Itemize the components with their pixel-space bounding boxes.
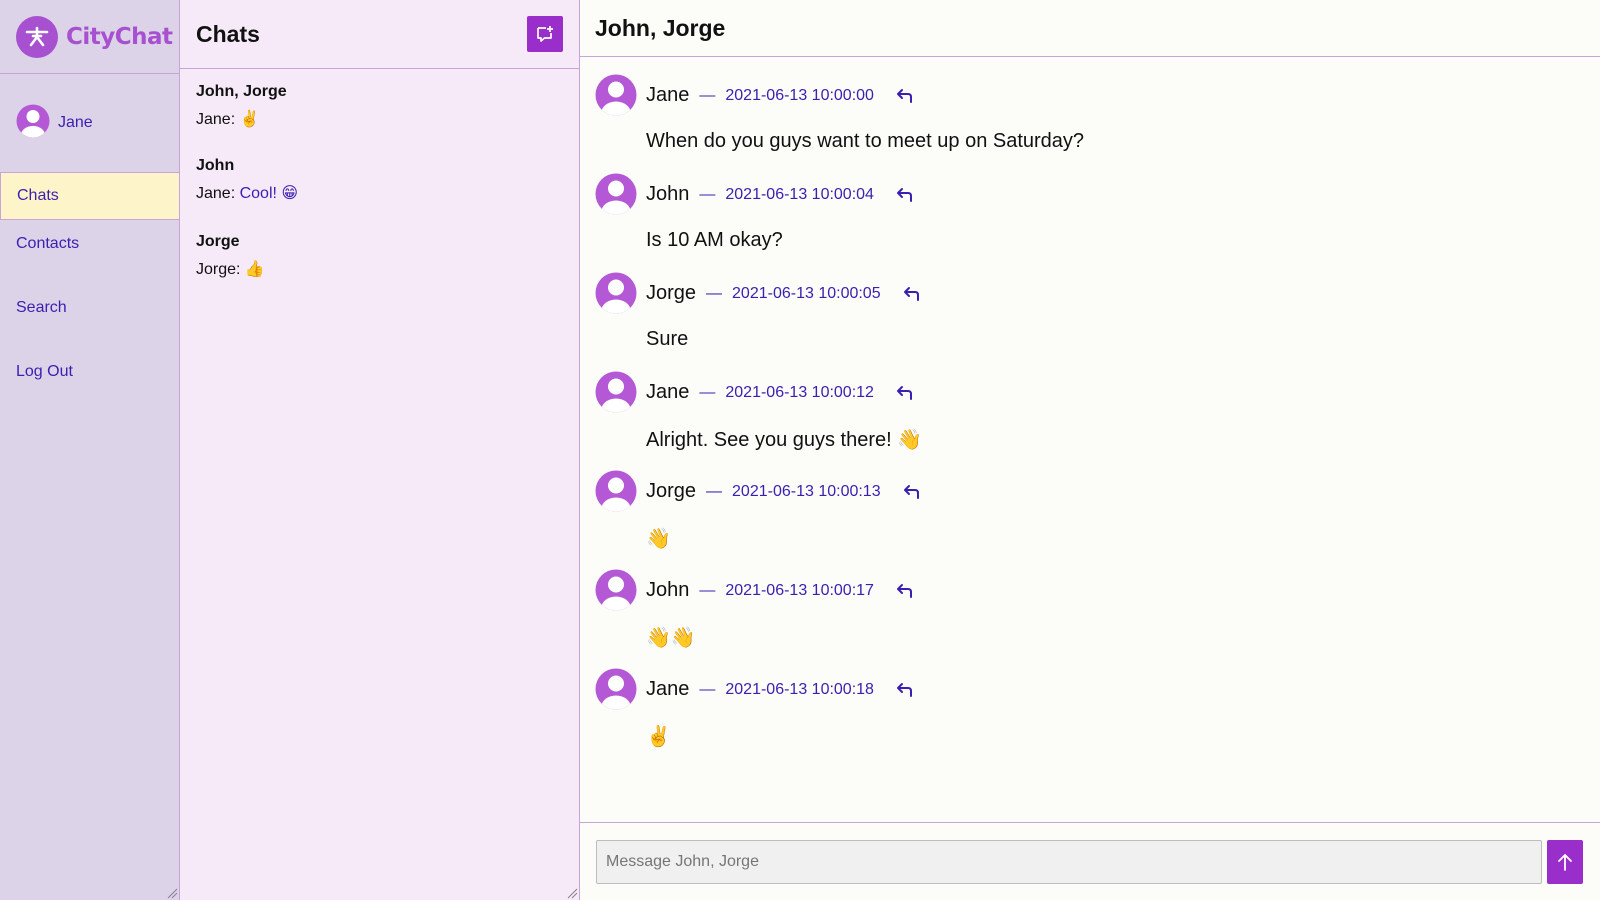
message: Jane — 2021-06-13 10:00:18 ✌️ xyxy=(580,668,1600,767)
chat-list-item[interactable]: John Jane: Cool! 😁 xyxy=(180,145,579,221)
chat-preview: Jane: ✌️ xyxy=(196,109,563,129)
message: Jorge — 2021-06-13 10:00:13 👋 xyxy=(580,470,1600,569)
message-separator: — xyxy=(706,284,723,302)
chat-preview-text: ✌️ xyxy=(239,111,260,128)
conversation-panel: John, Jorge Jane — 2021-06-13 10:00:00 W… xyxy=(580,0,1600,900)
message-author[interactable]: John xyxy=(646,579,689,602)
message-author[interactable]: Jane xyxy=(646,678,689,701)
resize-grip-icon[interactable] xyxy=(166,887,178,899)
nav-item-contacts[interactable]: Contacts xyxy=(0,220,179,268)
send-arrow-icon xyxy=(1558,853,1572,871)
citychat-logo-icon xyxy=(16,15,58,58)
chat-name: John, Jorge xyxy=(196,83,287,100)
message-separator: — xyxy=(699,680,716,698)
message: John — 2021-06-13 10:00:17 👋👋 xyxy=(580,569,1600,668)
chat-preview-author: Jane: xyxy=(196,111,236,128)
chat-preview-author: Jane: xyxy=(196,185,236,202)
message-header: John — 2021-06-13 10:00:04 xyxy=(646,183,914,206)
chat-name: Jorge xyxy=(196,233,240,250)
conversation-header: John, Jorge xyxy=(580,0,1600,57)
message-header: Jorge — 2021-06-13 10:00:05 xyxy=(646,282,921,305)
app-name: CityChat xyxy=(66,23,173,50)
message-text: ✌️ xyxy=(646,726,671,748)
message-author[interactable]: Jorge xyxy=(646,480,696,503)
message: Jorge — 2021-06-13 10:00:05 Sure xyxy=(580,272,1600,371)
reply-icon[interactable] xyxy=(894,186,914,204)
message-timestamp[interactable]: 2021-06-13 10:00:17 xyxy=(725,582,874,600)
user-name: Jane xyxy=(58,114,93,131)
nav-item-search[interactable]: Search xyxy=(0,284,179,332)
message-separator: — xyxy=(699,581,716,599)
message-timestamp[interactable]: 2021-06-13 10:00:00 xyxy=(725,87,874,105)
message-text: Is 10 AM okay? xyxy=(646,229,783,251)
message-separator: — xyxy=(699,383,716,401)
message-list: Jane — 2021-06-13 10:00:00 When do you g… xyxy=(580,57,1600,822)
message-author[interactable]: Jane xyxy=(646,381,689,404)
chat-preview: Jane: Cool! 😁 xyxy=(196,183,563,203)
message-header: Jorge — 2021-06-13 10:00:13 xyxy=(646,480,921,503)
message-separator: — xyxy=(699,86,716,104)
send-button[interactable] xyxy=(1547,839,1583,884)
nav-item-log-out[interactable]: Log Out xyxy=(0,348,179,396)
nav-item-chats[interactable]: Chats xyxy=(0,172,179,220)
reply-icon[interactable] xyxy=(901,285,921,303)
avatar-icon[interactable] xyxy=(595,74,637,121)
chat-list-item[interactable]: Jorge Jorge: 👍 xyxy=(180,221,579,297)
message-timestamp[interactable]: 2021-06-13 10:00:13 xyxy=(732,483,881,501)
reply-icon[interactable] xyxy=(894,582,914,600)
message-header: Jane — 2021-06-13 10:00:18 xyxy=(646,678,914,701)
message-timestamp[interactable]: 2021-06-13 10:00:12 xyxy=(725,384,874,402)
reply-icon[interactable] xyxy=(894,681,914,699)
user-profile[interactable]: Jane xyxy=(0,74,179,172)
avatar-icon[interactable] xyxy=(595,371,637,418)
composer xyxy=(580,822,1600,900)
message-text: 👋 xyxy=(646,528,671,550)
reply-icon[interactable] xyxy=(894,384,914,402)
message-header: Jane — 2021-06-13 10:00:12 xyxy=(646,381,914,404)
sidebar: CityChat Jane Chats Contacts Search Log … xyxy=(0,0,180,900)
chat-list: John, Jorge Jane: ✌️ John Jane: Cool! 😁 … xyxy=(180,69,579,297)
main-nav: Chats Contacts Search Log Out xyxy=(0,172,179,396)
message-timestamp[interactable]: 2021-06-13 10:00:05 xyxy=(732,285,881,303)
chat-list-header: Chats xyxy=(180,0,579,69)
chat-list-title: Chats xyxy=(196,20,260,47)
reply-icon[interactable] xyxy=(901,483,921,501)
avatar-icon[interactable] xyxy=(595,569,637,616)
chat-preview: Jorge: 👍 xyxy=(196,259,563,279)
message-author[interactable]: John xyxy=(646,183,689,206)
chat-name: John xyxy=(196,157,235,174)
message-author[interactable]: Jane xyxy=(646,84,689,107)
avatar-icon[interactable] xyxy=(595,668,637,715)
chat-list-panel: Chats John, Jorge Jane: ✌️ John Jane: Co… xyxy=(180,0,580,900)
message-timestamp[interactable]: 2021-06-13 10:00:04 xyxy=(725,186,874,204)
message-author[interactable]: Jorge xyxy=(646,282,696,305)
avatar-icon[interactable] xyxy=(595,272,637,319)
message-timestamp[interactable]: 2021-06-13 10:00:18 xyxy=(725,681,874,699)
conversation-title: John, Jorge xyxy=(595,14,726,41)
message-text: When do you guys want to meet up on Satu… xyxy=(646,130,1085,152)
message: Jane — 2021-06-13 10:00:12 Alright. See … xyxy=(580,371,1600,470)
avatar-icon[interactable] xyxy=(595,173,637,220)
message-text: Sure xyxy=(646,328,689,350)
message-header: Jane — 2021-06-13 10:00:00 xyxy=(646,84,914,107)
message-separator: — xyxy=(699,185,716,203)
avatar-icon[interactable] xyxy=(595,470,637,517)
message-header: John — 2021-06-13 10:00:17 xyxy=(646,579,914,602)
reply-icon[interactable] xyxy=(894,87,914,105)
chat-preview-author: Jorge: xyxy=(196,261,241,278)
new-chat-icon xyxy=(537,26,553,42)
avatar-icon xyxy=(16,104,50,143)
resize-grip-icon[interactable] xyxy=(566,887,578,899)
chat-preview-text: 👍 xyxy=(244,261,265,278)
app-logo[interactable]: CityChat xyxy=(0,0,179,74)
chat-preview-text: Cool! 😁 xyxy=(239,185,299,202)
message-separator: — xyxy=(706,482,723,500)
chat-list-item[interactable]: John, Jorge Jane: ✌️ xyxy=(180,69,579,145)
message-text: Alright. See you guys there! 👋 xyxy=(646,429,923,451)
message-text: 👋👋 xyxy=(646,627,696,649)
new-chat-button[interactable] xyxy=(527,16,563,52)
message-input[interactable] xyxy=(596,839,1542,884)
message: John — 2021-06-13 10:00:04 Is 10 AM okay… xyxy=(580,173,1600,272)
message: Jane — 2021-06-13 10:00:00 When do you g… xyxy=(580,74,1600,173)
